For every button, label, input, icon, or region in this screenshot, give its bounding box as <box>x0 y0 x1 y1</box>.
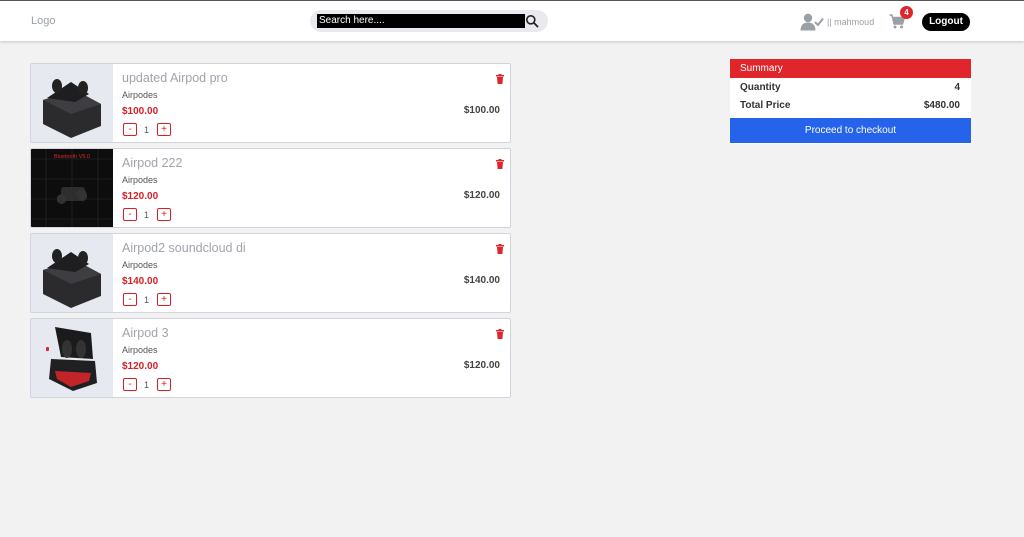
product-price: $120.00 <box>122 361 159 372</box>
quantity-value: 1 <box>144 380 150 390</box>
quantity-label: Quantity <box>740 82 781 93</box>
product-category: Airpodes <box>122 90 158 100</box>
product-name[interactable]: Airpod2 soundcloud di <box>122 241 246 255</box>
logo[interactable]: Logo <box>31 15 55 27</box>
decrease-quantity-button[interactable]: - <box>123 123 137 136</box>
product-name[interactable]: Airpod 3 <box>122 326 169 340</box>
product-category: Airpodes <box>122 260 158 270</box>
checkout-button[interactable]: Proceed to checkout <box>730 118 971 143</box>
product-price: $100.00 <box>122 106 159 117</box>
total-price-label: Total Price <box>740 100 791 111</box>
increase-quantity-button[interactable]: + <box>157 293 171 306</box>
logout-button[interactable]: Logout <box>922 13 970 31</box>
trash-icon[interactable] <box>496 329 504 339</box>
cart-count-badge: 4 <box>900 6 913 19</box>
trash-icon[interactable] <box>496 244 504 254</box>
item-total: $100.00 <box>463 105 500 116</box>
order-summary: Summary Quantity 4 Total Price $480.00 P… <box>730 59 971 144</box>
product-image: Bluetooth V5.0 <box>31 149 113 227</box>
product-image <box>31 64 113 142</box>
top-navbar: Logo || mahmoud 4 Logout <box>0 0 1024 41</box>
cart-item-card: updated Airpod pro Airpodes $100.00 - 1 … <box>30 63 511 143</box>
product-image <box>31 234 113 312</box>
product-name[interactable]: updated Airpod pro <box>122 71 228 85</box>
product-category: Airpodes <box>122 175 158 185</box>
total-price-value: $480.00 <box>923 100 960 111</box>
trash-icon[interactable] <box>496 74 504 84</box>
quantity-value: 1 <box>144 210 150 220</box>
item-total: $120.00 <box>463 360 500 371</box>
cart-item-card: Airpod2 soundcloud di Airpodes $140.00 -… <box>30 233 511 313</box>
decrease-quantity-button[interactable]: - <box>123 378 137 391</box>
product-price: $140.00 <box>122 276 159 287</box>
user-check-icon[interactable] <box>800 13 824 31</box>
quantity-value: 1 <box>144 295 150 305</box>
search-input[interactable] <box>317 14 525 28</box>
summary-title: Summary <box>730 59 971 78</box>
search-bar <box>310 10 548 32</box>
username: || mahmoud <box>827 17 875 27</box>
cart-item-card: Airpod 3 Airpodes $120.00 - 1 + $120.00 <box>30 318 511 398</box>
decrease-quantity-button[interactable]: - <box>123 208 137 221</box>
increase-quantity-button[interactable]: + <box>157 123 171 136</box>
cart-item-card: Bluetooth V5.0 Airpod 222 Airpodes $120.… <box>30 148 511 228</box>
item-total: $140.00 <box>463 275 500 286</box>
quantity-value: 1 <box>144 125 150 135</box>
quantity-total: 4 <box>954 82 960 93</box>
product-image-text: Bluetooth V5.0 <box>54 154 90 160</box>
item-total: $120.00 <box>463 190 500 201</box>
product-name[interactable]: Airpod 222 <box>122 156 182 170</box>
increase-quantity-button[interactable]: + <box>157 208 171 221</box>
decrease-quantity-button[interactable]: - <box>123 293 137 306</box>
product-category: Airpodes <box>122 345 158 355</box>
product-price: $120.00 <box>122 191 159 202</box>
product-image <box>31 319 113 397</box>
trash-icon[interactable] <box>496 159 504 169</box>
search-icon[interactable] <box>525 14 539 28</box>
increase-quantity-button[interactable]: + <box>157 378 171 391</box>
